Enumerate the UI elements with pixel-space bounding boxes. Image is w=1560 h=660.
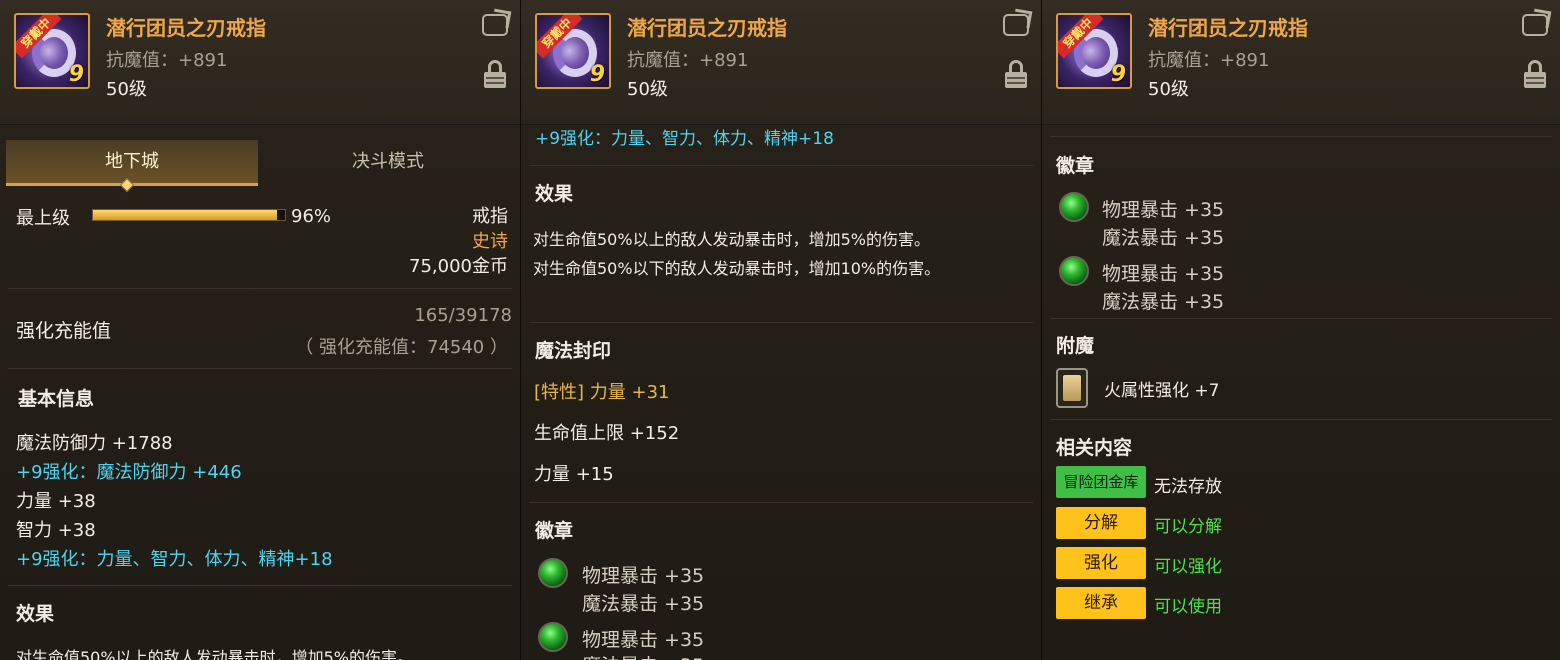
inherit-button[interactable]: 继承 xyxy=(1056,587,1146,619)
basic-info-title: 基本信息 xyxy=(18,388,95,410)
item-rarity: 史诗 xyxy=(472,231,508,252)
ring-item-icon[interactable]: 穿戴中 9 xyxy=(14,13,90,89)
divider xyxy=(8,368,512,369)
lock-icon[interactable] xyxy=(1005,60,1027,88)
related-title: 相关内容 xyxy=(1056,437,1133,459)
share-icon[interactable] xyxy=(1522,14,1548,36)
enhance-status: 可以强化 xyxy=(1154,557,1222,577)
emblem-stat: 魔法暴击 +35 xyxy=(582,651,704,660)
charge-label: 强化充能值 xyxy=(16,320,112,342)
enhance-level: 9 xyxy=(68,62,84,87)
item-header: 穿戴中 9 潜行团员之刃戒指 抗魔值：+891 50级 xyxy=(1042,0,1560,125)
mode-tabs: 地下城 决斗模式 xyxy=(6,140,514,186)
ring-item-icon[interactable]: 穿戴中 9 xyxy=(535,13,611,89)
adventure-vault-button[interactable]: 冒险团金库 xyxy=(1056,466,1146,498)
effect-title: 效果 xyxy=(16,603,55,625)
ring-item-icon[interactable]: 穿戴中 9 xyxy=(1056,13,1132,89)
tab-dungeon[interactable]: 地下城 xyxy=(6,140,258,186)
divider xyxy=(1050,419,1552,420)
stat-line: 魔法防御力 +1788 xyxy=(16,433,173,454)
green-emblem-icon xyxy=(1059,256,1089,286)
charge-value: 165/39178 xyxy=(414,305,512,326)
stat-line: 力量 +38 xyxy=(16,491,96,512)
item-level: 50级 xyxy=(1148,79,1189,100)
divider xyxy=(1050,318,1552,319)
lock-icon[interactable] xyxy=(1524,60,1546,88)
stat-line: 智力 +38 xyxy=(16,520,96,541)
magic-seal-title: 魔法封印 xyxy=(535,340,612,362)
divider xyxy=(8,585,512,586)
item-name: 潜行团员之刃戒指 xyxy=(627,16,787,40)
enchant-value: 火属性强化 +7 xyxy=(1104,381,1220,401)
emblem-stat: 物理暴击 +35 xyxy=(582,565,705,587)
emblem-stat: 魔法暴击 +35 xyxy=(582,593,705,615)
green-emblem-icon xyxy=(538,622,568,652)
tab-pvp[interactable]: 决斗模式 xyxy=(262,140,514,186)
emblem-title: 徽章 xyxy=(535,520,574,542)
divider xyxy=(529,502,1033,503)
item-name: 潜行团员之刃戒指 xyxy=(106,16,266,40)
emblem-title: 徽章 xyxy=(1056,155,1095,177)
item-header: 穿戴中 9 潜行团员之刃戒指 抗魔值：+891 50级 xyxy=(0,0,520,125)
share-icon[interactable] xyxy=(482,14,508,36)
effect-line: 对生命值50%以上的敌人发动暴击时，增加5%的伤害。 xyxy=(533,230,930,249)
divider xyxy=(529,165,1033,166)
stat-line-enhance: +9强化：力量、智力、体力、精神+18 xyxy=(16,549,333,570)
inherit-status: 可以使用 xyxy=(1154,597,1222,617)
emblem-stat: 物理暴击 +35 xyxy=(1102,199,1225,221)
lock-icon[interactable] xyxy=(484,60,506,88)
effect-title: 效果 xyxy=(535,183,574,205)
enchant-card-icon xyxy=(1056,368,1088,408)
emblem-stat: 魔法暴击 +35 xyxy=(1102,227,1225,249)
green-emblem-icon xyxy=(538,558,568,588)
disassemble-button[interactable]: 分解 xyxy=(1056,507,1146,539)
emblem-stat: 魔法暴击 +35 xyxy=(1102,291,1225,313)
item-price: 75,000金币 xyxy=(409,256,508,277)
seal-line: 生命值上限 +152 xyxy=(534,423,680,444)
effect-line: 对生命值50%以下的敌人发动暴击时，增加10%的伤害。 xyxy=(533,259,941,278)
item-type: 戒指 xyxy=(472,206,508,227)
item-header: 穿戴中 9 潜行团员之刃戒指 抗魔值：+891 50级 xyxy=(521,0,1041,125)
item-level: 50级 xyxy=(627,79,668,100)
enhance-level: 9 xyxy=(589,62,605,87)
stat-line-enhance: +9强化：魔法防御力 +446 xyxy=(16,462,242,483)
seal-line-trait: [特性] 力量 +31 xyxy=(534,382,670,403)
item-magic-resist: 抗魔值：+891 xyxy=(106,50,228,71)
item-name: 潜行团员之刃戒指 xyxy=(1148,16,1308,40)
item-tooltip-panel-2: 穿戴中 9 潜行团员之刃戒指 抗魔值：+891 50级 +9强化：力量、智力、体… xyxy=(521,0,1041,660)
green-emblem-icon xyxy=(1059,192,1089,222)
divider xyxy=(1050,136,1552,137)
quality-bar-fill xyxy=(93,210,278,220)
quality-percent: 96% xyxy=(291,206,332,227)
stat-line-enhance: +9强化：力量、智力、体力、精神+18 xyxy=(535,129,834,149)
item-magic-resist: 抗魔值：+891 xyxy=(627,50,749,71)
seal-line: 力量 +15 xyxy=(534,464,614,485)
disassemble-status: 可以分解 xyxy=(1154,517,1222,537)
item-magic-resist: 抗魔值：+891 xyxy=(1148,50,1270,71)
effect-line: 对生命值50%以上的敌人发动暴击时，增加5%的伤害。 xyxy=(16,648,413,660)
quality-bar xyxy=(92,209,286,221)
enchant-title: 附魔 xyxy=(1056,335,1095,357)
item-level: 50级 xyxy=(106,79,147,100)
enhance-level: 9 xyxy=(1110,62,1126,87)
emblem-stat: 物理暴击 +35 xyxy=(1102,263,1225,285)
emblem-stat: 物理暴击 +35 xyxy=(582,629,705,651)
share-icon[interactable] xyxy=(1003,14,1029,36)
vault-status: 无法存放 xyxy=(1154,477,1222,497)
item-tooltip-panel-1: 穿戴中 9 潜行团员之刃戒指 抗魔值：+891 50级 地下城 决斗模式 最上级… xyxy=(0,0,520,660)
divider xyxy=(529,322,1033,323)
enhance-button[interactable]: 强化 xyxy=(1056,547,1146,579)
item-tooltip-panel-3: 穿戴中 9 潜行团员之刃戒指 抗魔值：+891 50级 徽章 物理暴击 +35 … xyxy=(1042,0,1560,660)
quality-label: 最上级 xyxy=(16,208,70,229)
charge-total: （ 强化充能值：74540 ） xyxy=(295,337,508,358)
divider xyxy=(8,288,512,289)
